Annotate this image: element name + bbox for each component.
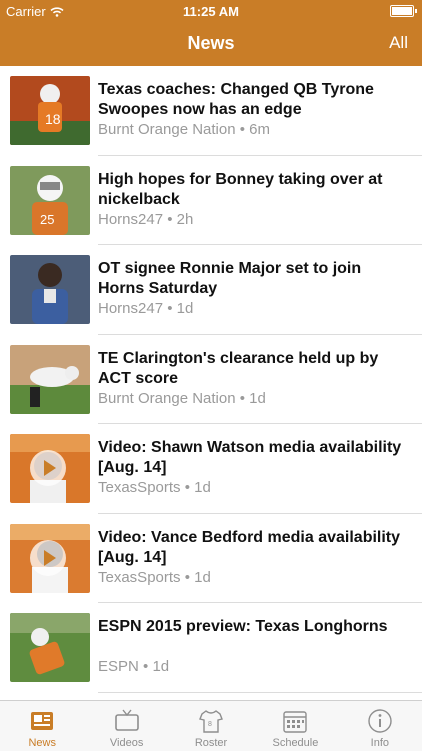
play-icon (30, 539, 66, 576)
svg-text:18: 18 (45, 111, 61, 127)
article-source: TexasSports (98, 479, 181, 496)
tab-label: Roster (194, 737, 228, 749)
tab-bar: News Videos 8 Roster Schedule Info (0, 700, 422, 751)
news-item[interactable]: OT signee Ronnie Major set to join Horns… (0, 245, 422, 335)
newspaper-icon (31, 712, 54, 730)
article-age: 1d (194, 479, 211, 496)
article-headline: Video: Vance Bedford media availability … (98, 528, 401, 566)
tab-label: News (28, 737, 56, 749)
tab-news[interactable]: News (0, 701, 84, 751)
article-meta: Horns247 • 2h (98, 210, 194, 228)
tv-icon (114, 709, 139, 731)
battery-icon (390, 5, 417, 17)
article-source: Burnt Orange Nation (98, 121, 236, 138)
news-item[interactable]: ESPN 2015 preview: Texas Longhorns ESPN … (0, 603, 422, 693)
article-meta: Burnt Orange Nation • 6m (98, 121, 271, 138)
article-meta: TexasSports • 1d (98, 568, 211, 586)
tab-label: Schedule (272, 737, 319, 749)
article-thumbnail (10, 613, 90, 682)
top-bar: Carrier 11:25 AM News All (0, 0, 422, 66)
article-meta: TexasSports • 1d (98, 479, 211, 496)
news-item[interactable]: Video: Shawn Watson media availability [… (0, 424, 422, 514)
article-thumbnail (10, 523, 90, 593)
article-thumbnail (10, 255, 90, 324)
article-headline: High hopes for Bonney taking over at nic… (98, 170, 383, 208)
article-meta: Burnt Orange Nation • 1d (98, 389, 266, 407)
news-item[interactable]: TE Clarington's clearance held up by ACT… (0, 335, 422, 425)
tab-label: Videos (109, 737, 144, 749)
article-source: Horns247 (98, 210, 164, 228)
article-thumbnail: 25 (10, 165, 90, 235)
article-source: TexasSports (98, 568, 181, 586)
news-item[interactable]: 25 High hopes for Bonney taking over at … (0, 156, 422, 246)
tab-schedule[interactable]: Schedule (253, 701, 337, 751)
jersey-icon: 8 (199, 710, 223, 733)
article-headline: TE Clarington's clearance held up by ACT… (98, 349, 379, 387)
article-thumbnail (10, 434, 90, 503)
tab-info[interactable]: Info (338, 701, 422, 751)
article-thumbnail: 18 (10, 76, 90, 145)
article-age: 2h (176, 210, 194, 228)
play-icon (30, 450, 66, 486)
article-age: 1d (176, 300, 194, 317)
article-meta: Horns247 • 1d (98, 300, 194, 317)
news-list: 18 Texas coaches: Changed QB Tyrone Swoo… (0, 66, 422, 693)
all-button[interactable]: All (389, 33, 408, 53)
status-time: 11:25 AM (183, 4, 239, 19)
info-icon (368, 709, 392, 733)
news-item[interactable]: Video: Vance Bedford media availability … (0, 514, 422, 604)
tab-label: Info (370, 737, 389, 749)
article-thumbnail (10, 344, 90, 414)
article-headline: Texas coaches: Changed QB Tyrone Swoopes… (98, 81, 374, 118)
article-age: 1d (249, 389, 266, 407)
article-age: 1d (152, 658, 170, 675)
tab-roster[interactable]: 8 Roster (169, 701, 253, 751)
article-headline: OT signee Ronnie Major set to join Horns… (98, 260, 362, 297)
calendar-icon (283, 711, 308, 733)
svg-text:25: 25 (40, 212, 54, 227)
article-age: 1d (194, 568, 211, 586)
news-item[interactable]: 18 Texas coaches: Changed QB Tyrone Swoo… (0, 66, 422, 156)
tab-videos[interactable]: Videos (84, 701, 168, 751)
article-headline: ESPN 2015 preview: Texas Longhorns (98, 618, 388, 635)
article-source: Horns247 (98, 300, 164, 317)
svg-text:8: 8 (208, 721, 212, 728)
article-age: 6m (249, 121, 271, 138)
page-title: News (187, 33, 235, 53)
article-headline: Video: Shawn Watson media availability [… (98, 439, 402, 476)
article-source: ESPN (98, 658, 139, 675)
article-source: Burnt Orange Nation (98, 389, 236, 407)
article-meta: ESPN • 1d (98, 658, 170, 675)
status-bar: Carrier 11:25 AM (0, 0, 422, 22)
